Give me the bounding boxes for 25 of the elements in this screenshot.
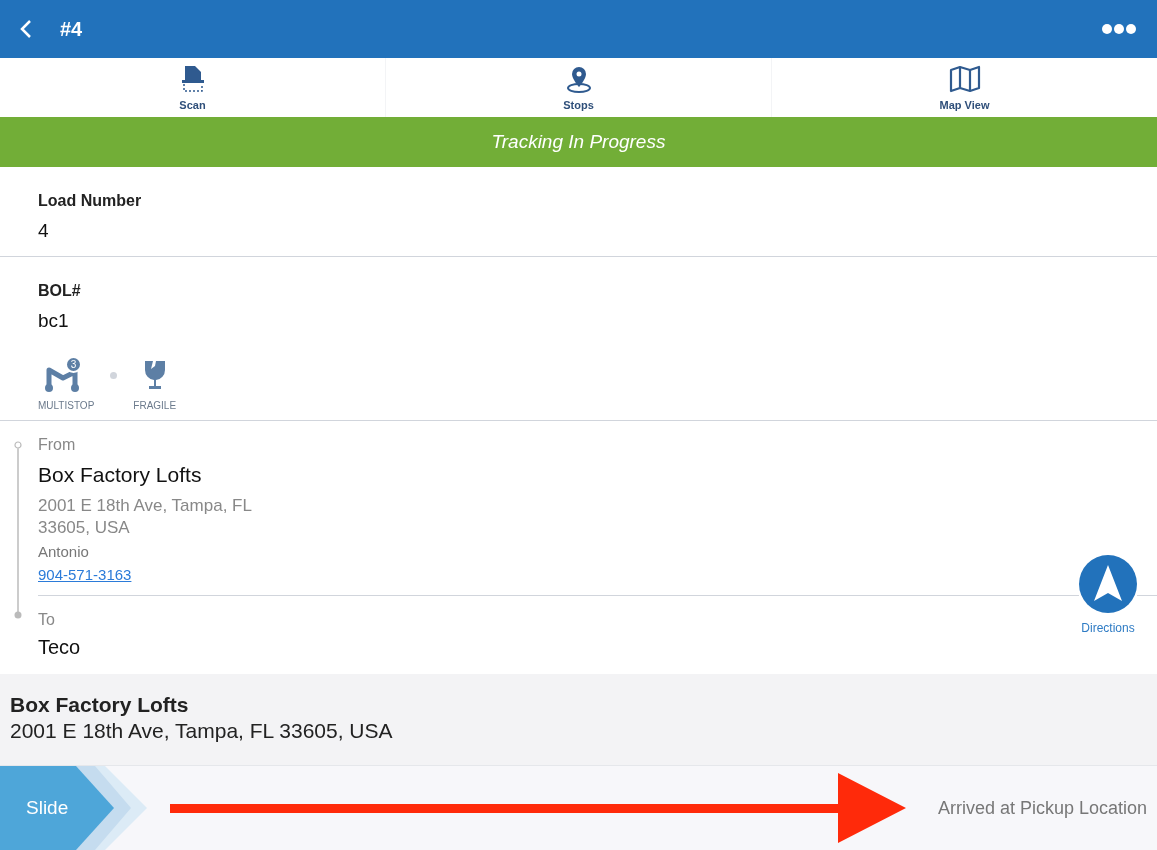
location-pin-icon: [564, 64, 593, 93]
back-chevron-icon[interactable]: [20, 19, 32, 39]
page-title: #4: [60, 17, 83, 42]
field-value: 4: [38, 219, 50, 243]
field-label: Load Number: [38, 191, 143, 211]
location-name: Box Factory Lofts: [10, 692, 190, 718]
status-banner: Tracking In Progress: [0, 117, 1157, 167]
from-name: Box Factory Lofts: [38, 462, 203, 488]
from-address: 2001 E 18th Ave, Tampa, FL 33605, USA: [38, 494, 253, 539]
location-address: 2001 E 18th Ave, Tampa, FL 33605, USA: [10, 718, 394, 744]
count-badge: 3: [65, 355, 82, 373]
folded-map-icon: [948, 64, 981, 93]
contact-name: Antonio: [38, 541, 90, 562]
tag-label: FRAGILE: [133, 398, 177, 413]
phone-link[interactable]: 904-571-3163: [38, 566, 132, 583]
to-heading: To: [38, 610, 55, 630]
slide-action-label: Arrived at Pickup Location: [937, 796, 1147, 820]
scanner-icon: [180, 64, 205, 93]
to-name: Teco: [38, 636, 81, 658]
more-options-icon[interactable]: [1101, 23, 1137, 35]
tag-label: MULTISTOP: [38, 398, 95, 413]
from-heading: From: [38, 435, 77, 455]
field-value: bc1: [38, 309, 70, 333]
field-label: BOL#: [38, 281, 82, 301]
toolbar-tab[interactable]: Scan: [0, 58, 385, 117]
